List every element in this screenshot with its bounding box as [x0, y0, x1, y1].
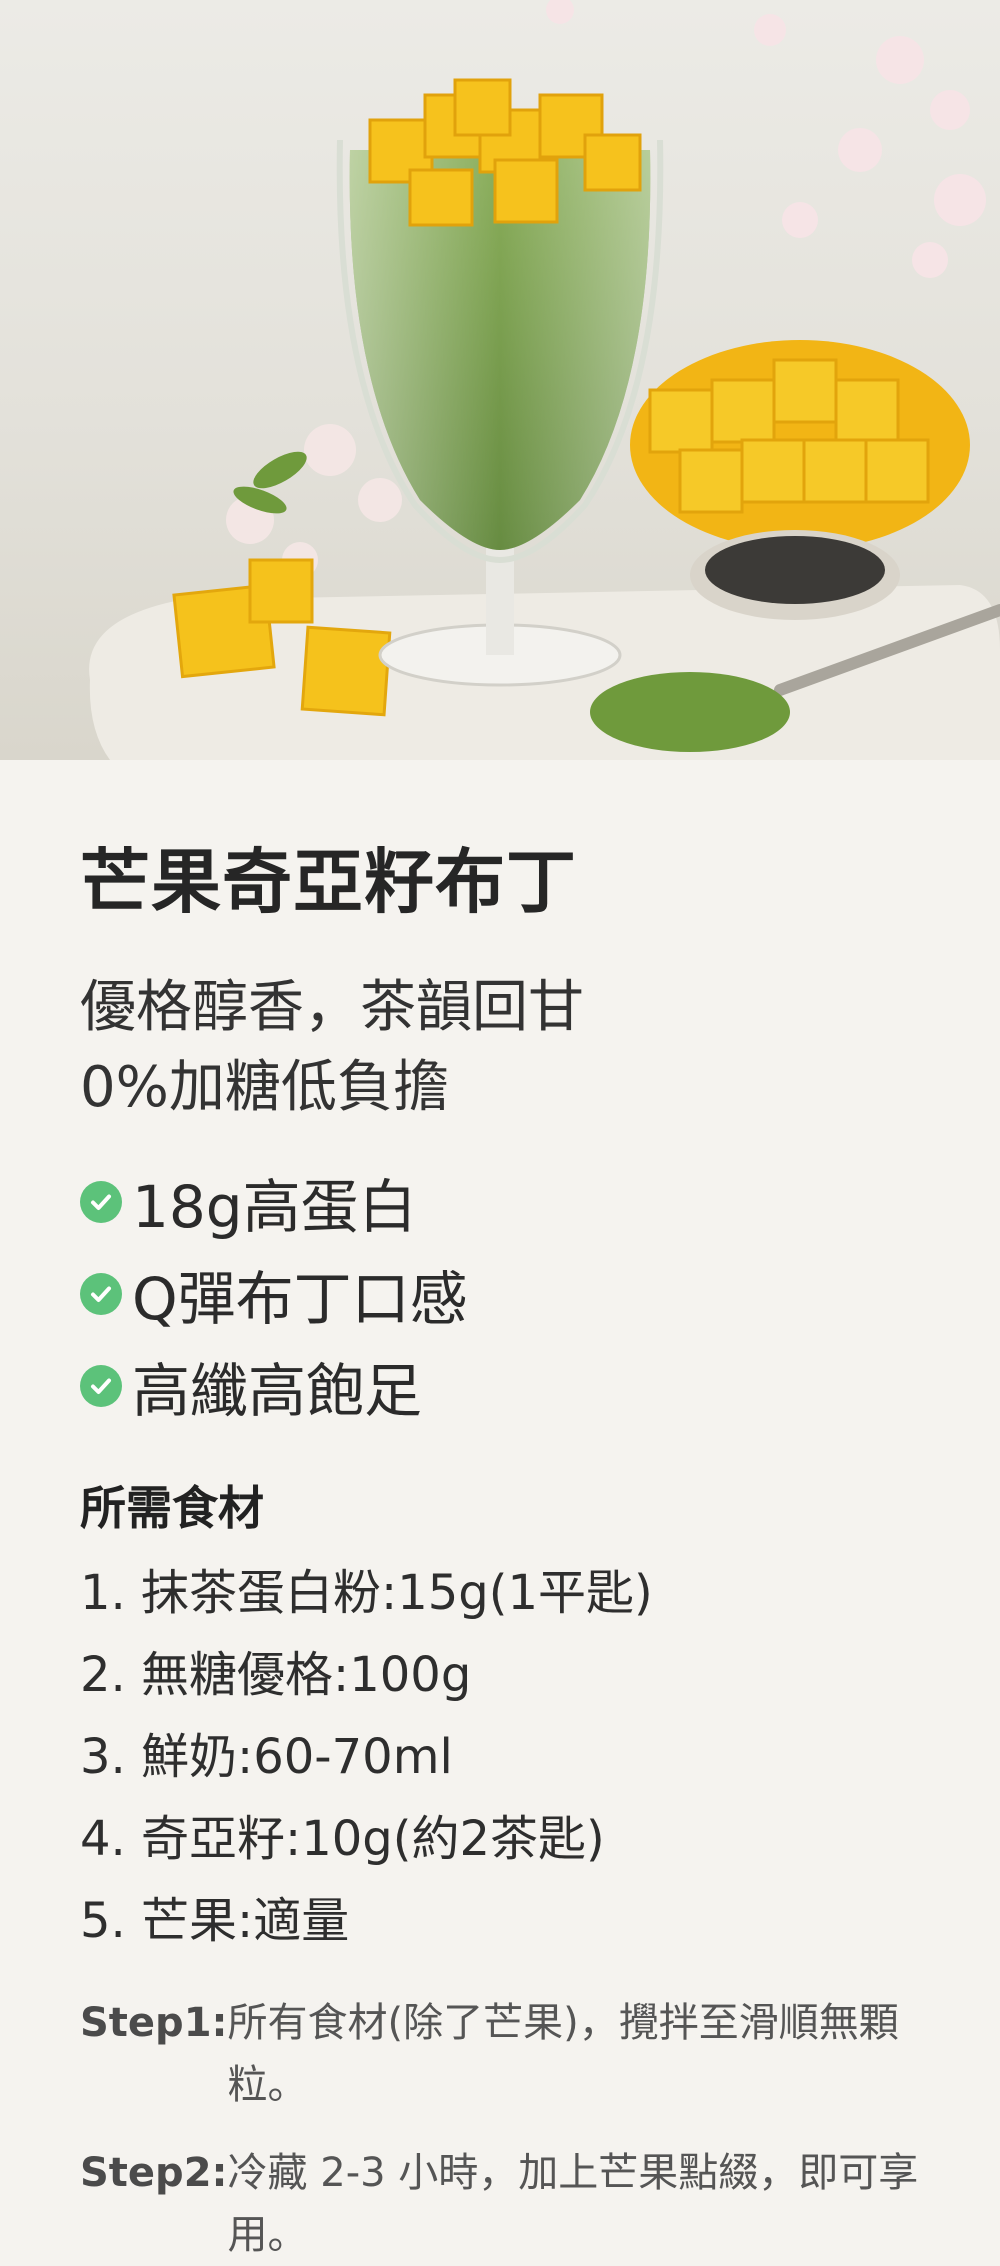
ingredient-item: 5. 芒果:適量	[80, 1893, 350, 1949]
hero-image	[0, 0, 1000, 760]
ingredient-item: 1. 抹茶蛋白粉:15g(1平匙)	[80, 1565, 653, 1621]
subtitle-line-1: 優格醇香，茶韻回甘	[80, 975, 584, 1040]
feature-label: 18g高蛋白	[132, 1173, 417, 1241]
steps-list: Step1: 所有食材(除了芒果)，攪拌至滑順無顆粒。 Step2: 冷藏 2-…	[80, 1992, 920, 2266]
check-circle-icon	[80, 1273, 122, 1315]
step-label: Step1:	[80, 2000, 228, 2046]
step-text: 冷藏 2-3 小時，加上芒果點綴，即可享用。	[227, 2150, 919, 2258]
check-circle-icon	[80, 1365, 122, 1407]
step-item: Step2: 冷藏 2-3 小時，加上芒果點綴，即可享用。	[80, 2142, 920, 2266]
ingredient-item: 3. 鮮奶:60-70ml	[80, 1729, 453, 1785]
feature-item: 高纖高飽足	[80, 1340, 422, 1432]
recipe-content: 芒果奇亞籽布丁 優格醇香，茶韻回甘 0%加糖低負擔 18g高蛋白 Q彈布丁口感 …	[0, 760, 1000, 2266]
check-circle-icon	[80, 1181, 122, 1223]
subtitle-line-2: 0%加糖低負擔	[80, 1055, 449, 1120]
mango-half	[630, 340, 970, 550]
ingredients-list: 1. 抹茶蛋白粉:15g(1平匙) 2. 無糖優格:100g 3. 鮮奶:60-…	[80, 1552, 920, 1962]
recipe-subtitle: 優格醇香，茶韻回甘 0%加糖低負擔	[80, 968, 920, 1128]
feature-item: 18g高蛋白	[80, 1156, 417, 1248]
ingredient-item: 4. 奇亞籽:10g(約2茶匙)	[80, 1811, 605, 1867]
step-label: Step2:	[80, 2150, 228, 2196]
feature-label: 高纖高飽足	[132, 1357, 423, 1425]
feature-list: 18g高蛋白 Q彈布丁口感 高纖高飽足	[80, 1156, 860, 1432]
ingredients-heading: 所需食材	[80, 1481, 264, 1535]
recipe-title: 芒果奇亞籽布丁	[80, 841, 577, 923]
hero-illustration	[89, 0, 1000, 760]
feature-item: Q彈布丁口感	[80, 1248, 468, 1340]
step-item: Step1: 所有食材(除了芒果)，攪拌至滑順無顆粒。	[80, 1992, 920, 2116]
feature-label: Q彈布丁口感	[132, 1265, 468, 1333]
ingredient-item: 2. 無糖優格:100g	[80, 1647, 472, 1703]
step-text: 所有食材(除了芒果)，攪拌至滑順無顆粒。	[227, 2000, 899, 2108]
